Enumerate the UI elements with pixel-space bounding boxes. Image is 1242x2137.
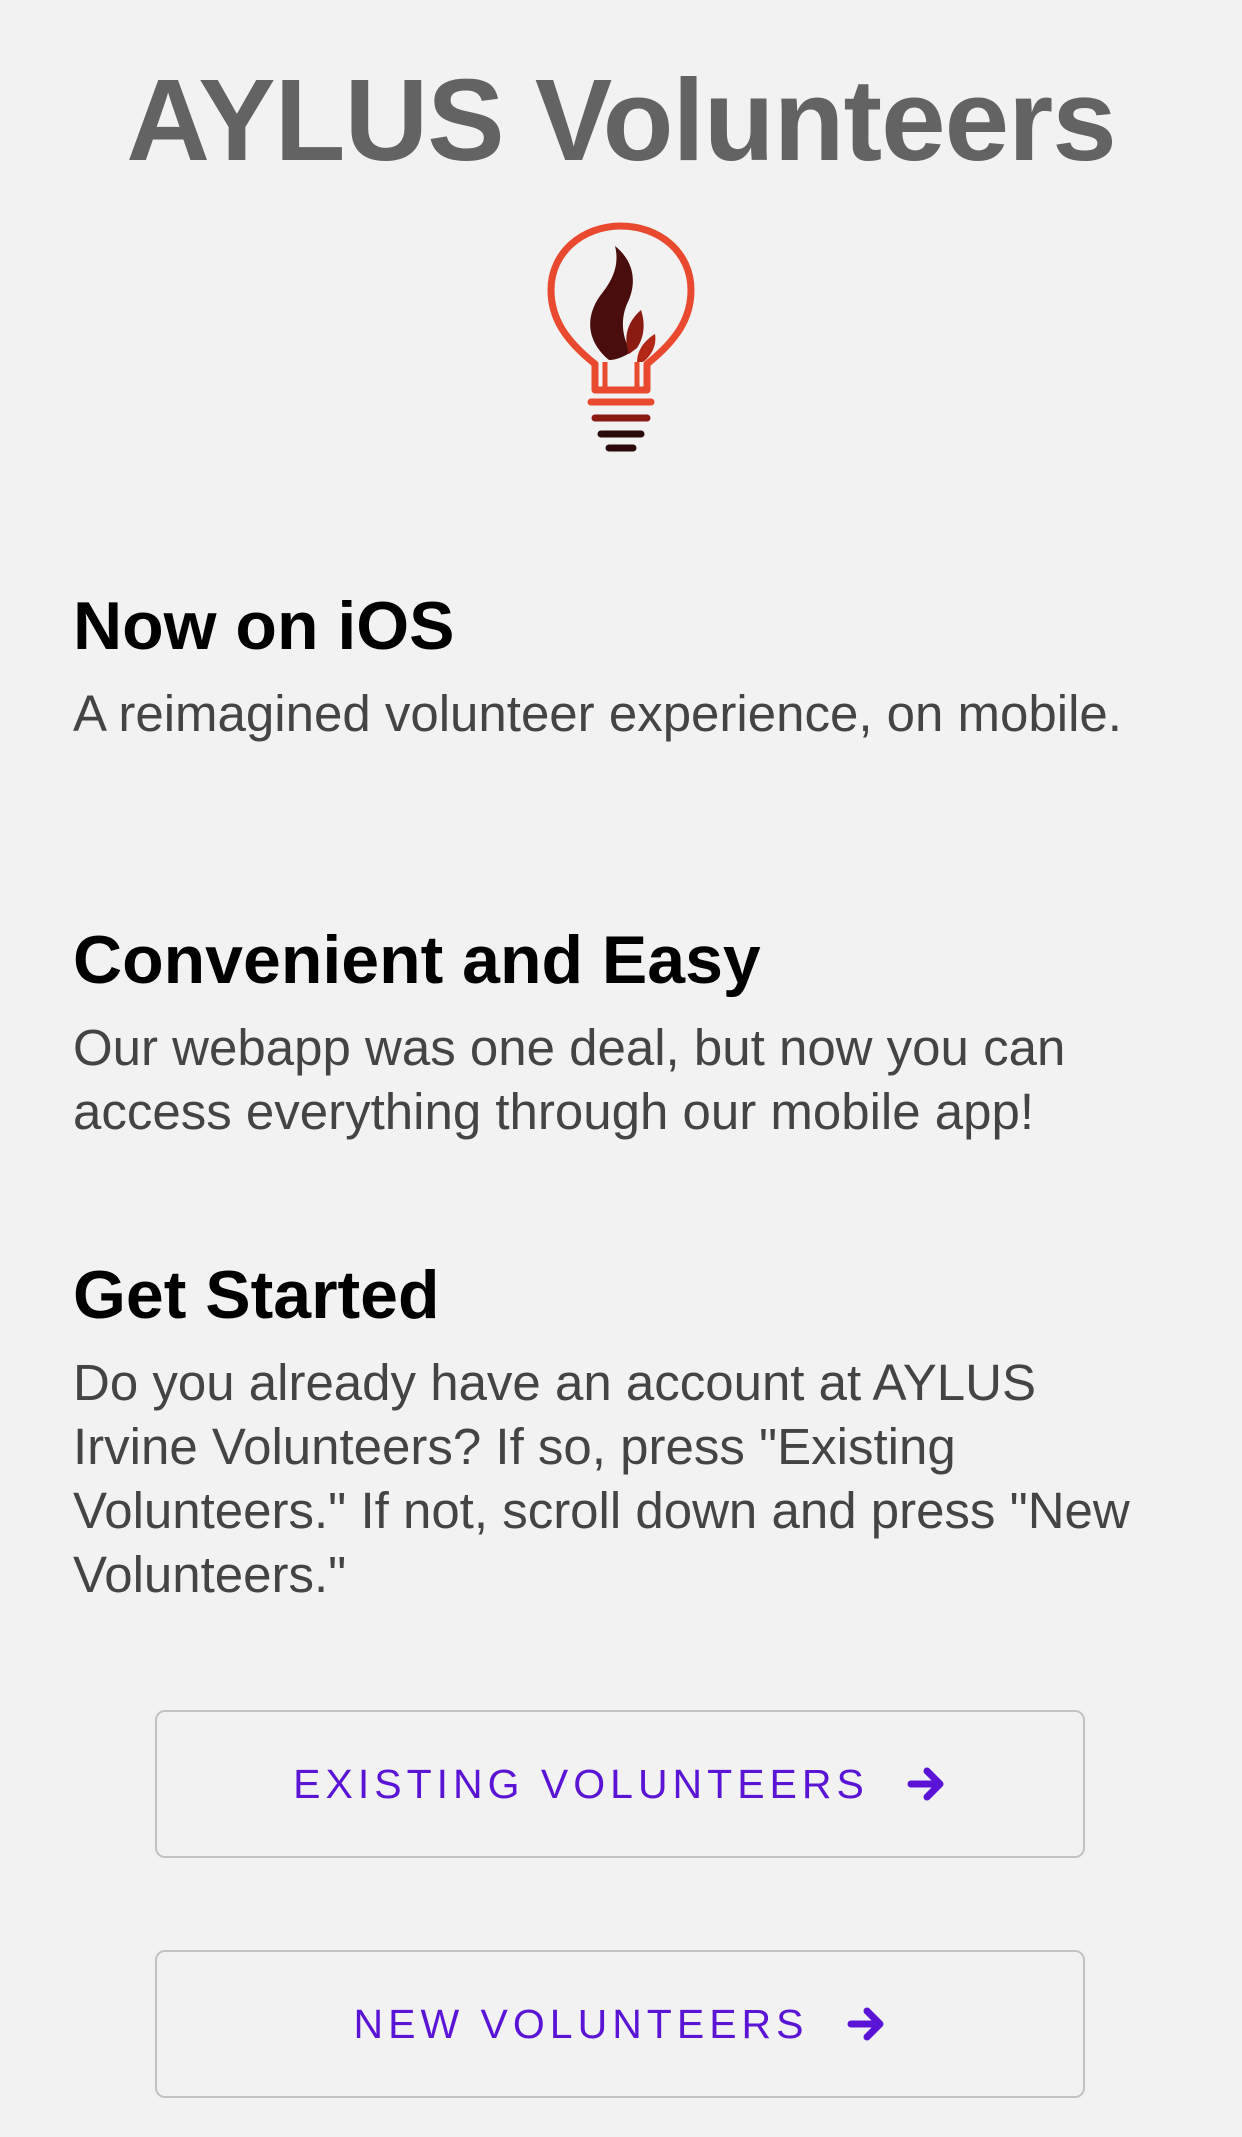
- section-body: A reimagined volunteer experience, on mo…: [73, 685, 1122, 742]
- section-convenient-and-easy: Convenient and Easy Our webapp was one d…: [73, 920, 1173, 1144]
- new-volunteers-label: NEW VOLUNTEERS: [353, 2000, 809, 2047]
- section-heading: Convenient and Easy: [73, 922, 761, 998]
- existing-volunteers-label: EXISTING VOLUNTEERS: [293, 1760, 869, 1807]
- section-body: Do you already have an account at AYLUS …: [73, 1354, 1130, 1603]
- section-body: Our webapp was one deal, but now you can…: [73, 1019, 1066, 1140]
- section-get-started: Get Started Do you already have an accou…: [73, 1255, 1173, 1607]
- app-title: AYLUS Volunteers: [126, 55, 1117, 185]
- lightbulb-flame-logo: [547, 222, 695, 452]
- existing-volunteers-button[interactable]: EXISTING VOLUNTEERS: [155, 1710, 1085, 1858]
- section-heading: Now on iOS: [73, 588, 455, 664]
- arrow-right-icon: [907, 1764, 947, 1804]
- new-volunteers-button[interactable]: NEW VOLUNTEERS: [155, 1950, 1085, 2098]
- arrow-right-icon: [847, 2004, 887, 2044]
- section-now-on-ios: Now on iOS A reimagined volunteer experi…: [73, 586, 1173, 746]
- section-heading: Get Started: [73, 1257, 440, 1333]
